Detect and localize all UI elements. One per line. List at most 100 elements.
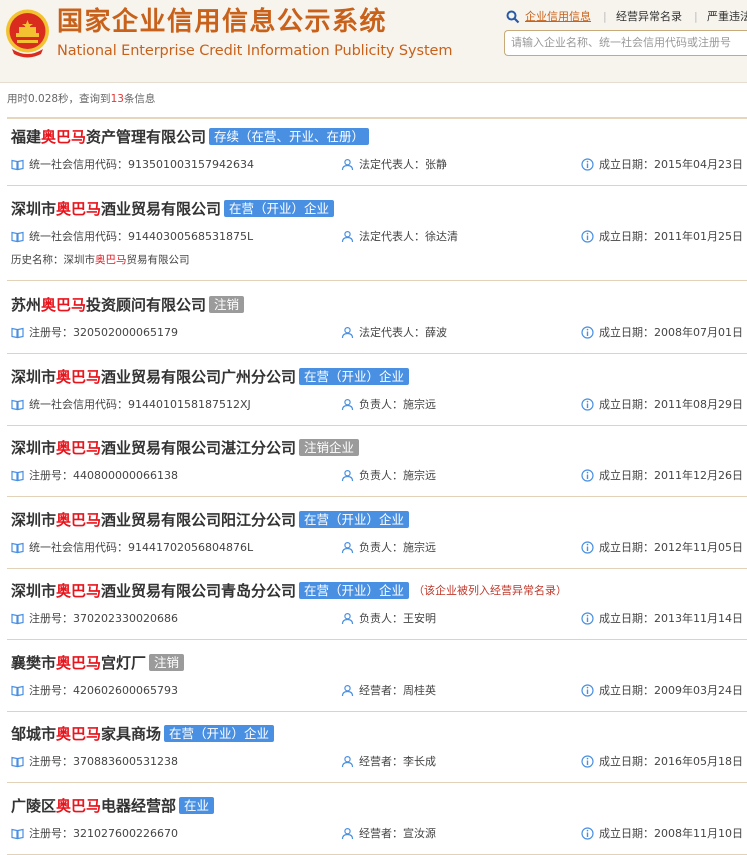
- result-details: 注册号：370883600531238 经营者：李长成 成立日期：2016年05月1…: [7, 754, 747, 770]
- date-value: 2011年12月26日: [654, 469, 743, 482]
- representative-label: 负责人：: [359, 612, 403, 625]
- tab-enterprise-credit[interactable]: 企业信用信息: [525, 9, 591, 25]
- result-details: 统一社会信用代码：91441702056804876L 负责人：施宗远 成立日期：2…: [7, 540, 747, 556]
- code-value: 320502000065179: [73, 326, 178, 339]
- site-subtitle: National Enterprise Credit Information P…: [57, 43, 453, 59]
- history-prefix: 深圳市: [63, 254, 96, 266]
- company-name-highlight: 奥巴马: [56, 797, 102, 815]
- company-name-prefix: 深圳市: [11, 582, 57, 600]
- representative-label: 负责人：: [359, 398, 403, 411]
- representative-label: 经营者：: [359, 827, 403, 840]
- company-name-link[interactable]: 深圳市奥巴马酒业贸易有限公司青岛分公司 在营（开业）企业 （该企业被列入经营异常名录…: [11, 580, 567, 602]
- representative-label: 法定代表人：: [359, 158, 425, 171]
- result-count: 13: [110, 93, 124, 105]
- representative-label: 法定代表人：: [359, 326, 425, 339]
- company-name-link[interactable]: 福建奥巴马资产管理有限公司 存续（在营、开业、在册）: [11, 126, 370, 148]
- company-name-link[interactable]: 襄樊市奥巴马宫灯厂 注销: [11, 652, 185, 674]
- result-divider: [7, 425, 747, 426]
- search-stats: 用时0.028秒，查询到13条信息: [7, 92, 155, 106]
- company-name-highlight: 奥巴马: [56, 200, 102, 218]
- status-badge: 在营（开业）企业: [299, 582, 410, 599]
- site-title: 国家企业信用信息公示系统: [57, 7, 388, 37]
- company-name-suffix: 酒业贸易有限公司湛江分公司: [101, 439, 297, 457]
- representative-value: 周桂英: [403, 684, 436, 697]
- date-label: 成立日期：: [599, 469, 654, 482]
- company-name-highlight: 奥巴马: [56, 725, 102, 743]
- status-badge: 注销企业: [299, 439, 360, 456]
- representative-value: 李长成: [403, 755, 436, 768]
- company-name-link[interactable]: 深圳市奥巴马酒业贸易有限公司阳江分公司 在营（开业）企业: [11, 509, 410, 531]
- code-label: 统一社会信用代码：: [29, 398, 128, 411]
- company-name-highlight: 奥巴马: [56, 582, 102, 600]
- code-value: 420602600065793: [73, 684, 178, 697]
- company-name-link[interactable]: 深圳市奥巴马酒业贸易有限公司湛江分公司 注销企业: [11, 437, 360, 459]
- date-value: 2013年11月14日: [654, 612, 743, 625]
- company-name-prefix: 福建: [11, 128, 42, 146]
- status-badge: 在营（开业）企业: [299, 368, 410, 385]
- company-name-prefix: 深圳市: [11, 368, 57, 386]
- history-label: 历史名称：: [11, 254, 64, 266]
- result-divider: [7, 711, 747, 712]
- company-name-prefix: 深圳市: [11, 200, 57, 218]
- company-name-link[interactable]: 邹城市奥巴马家具商场 在营（开业）企业: [11, 723, 275, 745]
- tab-abnormal-list[interactable]: 经营异常名录: [616, 9, 682, 25]
- tab-separator: |: [694, 10, 698, 23]
- code-value: 370202330020686: [73, 612, 178, 625]
- date-label: 成立日期：: [599, 230, 654, 243]
- results-top-divider: [7, 117, 747, 119]
- code-label: 统一社会信用代码：: [29, 230, 128, 243]
- result-details: 注册号：320502000065179 法定代表人：薛波 成立日期：2008年07月…: [7, 325, 747, 341]
- company-name-link[interactable]: 深圳市奥巴马酒业贸易有限公司 在营（开业）企业: [11, 198, 335, 220]
- company-name-link[interactable]: 广陵区奥巴马电器经营部 在业: [11, 795, 215, 817]
- result-details: 注册号：321027600226670 经营者：宣汝源 成立日期：2008年11月1…: [7, 826, 747, 842]
- date-label: 成立日期：: [599, 158, 654, 171]
- representative-value: 施宗远: [403, 469, 436, 482]
- company-name-suffix: 宫灯厂: [101, 654, 147, 672]
- representative-label: 法定代表人：: [359, 230, 425, 243]
- search-icon: [506, 10, 520, 24]
- code-value: 370883600531238: [73, 755, 178, 768]
- stats-suffix: 条信息: [123, 93, 156, 105]
- code-value: 9144010158187512XJ: [128, 398, 251, 411]
- result-details: 注册号：370202330020686 负责人：王安明 成立日期：2013年11月1…: [7, 611, 747, 627]
- date-value: 2011年08月29日: [654, 398, 743, 411]
- company-name-highlight: 奥巴马: [56, 439, 102, 457]
- company-name-suffix: 电器经营部: [101, 797, 177, 815]
- result-divider: [7, 280, 747, 281]
- national-emblem-icon: [6, 9, 49, 58]
- code-value: 440800000066138: [73, 469, 178, 482]
- date-value: 2008年11月10日: [654, 827, 743, 840]
- company-name-suffix: 投资顾问有限公司: [86, 296, 207, 314]
- code-label: 注册号：: [29, 326, 73, 339]
- result-divider: [7, 353, 747, 354]
- history-highlight: 奥巴马: [95, 254, 127, 266]
- representative-label: 负责人：: [359, 541, 403, 554]
- code-label: 注册号：: [29, 612, 73, 625]
- history-suffix: 贸易有限公司: [126, 254, 190, 266]
- company-name-link[interactable]: 苏州奥巴马投资顾问有限公司 注销: [11, 294, 245, 316]
- date-value: 2009年03月24日: [654, 684, 743, 697]
- representative-value: 施宗远: [403, 398, 436, 411]
- search-input[interactable]: 请输入企业名称、统一社会信用代码或注册号: [504, 30, 747, 56]
- code-value: 91441702056804876L: [128, 541, 254, 554]
- representative-value: 宣汝源: [403, 827, 436, 840]
- company-name-prefix: 深圳市: [11, 511, 57, 529]
- site-header: 国家企业信用信息公示系统 National Enterprise Credit …: [0, 0, 747, 82]
- representative-label: 经营者：: [359, 755, 403, 768]
- code-label: 统一社会信用代码：: [29, 158, 128, 171]
- representative-value: 王安明: [403, 612, 436, 625]
- code-label: 注册号：: [29, 684, 73, 697]
- status-badge: 在营（开业）企业: [164, 725, 275, 742]
- company-name-highlight: 奥巴马: [41, 296, 87, 314]
- result-divider: [7, 496, 747, 497]
- code-label: 统一社会信用代码：: [29, 541, 128, 554]
- code-value: 91440300568531875L: [128, 230, 254, 243]
- company-name-suffix: 资产管理有限公司: [86, 128, 207, 146]
- status-badge: 在营（开业）企业: [224, 200, 335, 217]
- status-badge: 存续（在营、开业、在册）: [209, 128, 370, 145]
- date-label: 成立日期：: [599, 684, 654, 697]
- tab-serious-violation[interactable]: 严重违法: [707, 9, 747, 25]
- company-name-suffix: 家具商场: [101, 725, 162, 743]
- company-name-link[interactable]: 深圳市奥巴马酒业贸易有限公司广州分公司 在营（开业）企业: [11, 366, 410, 388]
- result-details: 统一社会信用代码：913501003157942634 法定代表人：张静 成立日期：…: [7, 157, 747, 173]
